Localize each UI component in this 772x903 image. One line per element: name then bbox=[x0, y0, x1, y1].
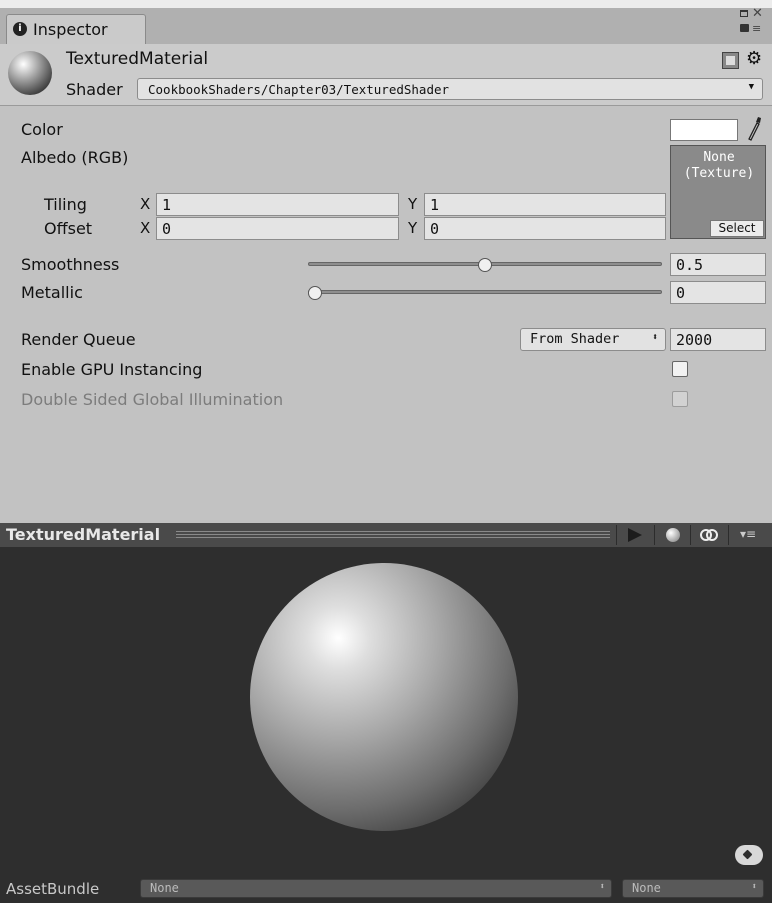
render-queue-mode: From Shader bbox=[530, 331, 620, 347]
material-properties: Color Albedo (RGB) None (Texture) Select… bbox=[0, 107, 772, 523]
dropdown-arrow-icon: ⬍ bbox=[651, 332, 658, 343]
window-controls: ✕ ≡ bbox=[740, 6, 764, 40]
menu-icon[interactable]: ▾≡ bbox=[740, 527, 756, 541]
dropdown-arrow-icon: ⬍ bbox=[599, 882, 605, 892]
tab-inspector[interactable]: i Inspector bbox=[6, 14, 146, 44]
preview-title: TexturedMaterial bbox=[6, 525, 161, 544]
metallic-slider-track[interactable] bbox=[308, 290, 662, 294]
material-preview[interactable] bbox=[0, 547, 772, 875]
color-label: Color bbox=[21, 120, 63, 139]
double-sided-gi-checkbox bbox=[672, 391, 688, 407]
material-header: TexturedMaterial Shader CookbookShaders/… bbox=[0, 44, 772, 106]
tiling-label: Tiling bbox=[44, 195, 87, 214]
asset-bundle-variant-value: None bbox=[632, 881, 661, 895]
shader-dropdown[interactable]: CookbookShaders/Chapter03/TexturedShader… bbox=[137, 78, 763, 100]
eyedropper-icon[interactable] bbox=[746, 115, 762, 141]
offset-y-label: Y bbox=[408, 219, 418, 237]
offset-label: Offset bbox=[44, 219, 93, 238]
sphere-icon[interactable] bbox=[666, 528, 680, 542]
tiling-y-label: Y bbox=[408, 195, 418, 213]
tab-bar: i Inspector ✕ ≡ bbox=[0, 0, 772, 44]
tab-inspector-label: Inspector bbox=[33, 20, 108, 39]
offset-x-field[interactable]: 0 bbox=[156, 217, 399, 240]
double-sided-gi-label: Double Sided Global Illumination bbox=[21, 390, 284, 409]
asset-bundle-bar: AssetBundle None ⬍ None ⬍ bbox=[0, 875, 772, 903]
tab-menu-icon[interactable]: ≡ bbox=[752, 22, 761, 35]
preview-drag-handle[interactable] bbox=[176, 531, 610, 539]
texture-slot-none: None bbox=[703, 150, 735, 165]
render-queue-field[interactable]: 2000 bbox=[670, 328, 766, 351]
tiling-x-label: X bbox=[140, 195, 151, 213]
smoothness-label: Smoothness bbox=[21, 255, 120, 274]
toolbar-divider bbox=[728, 525, 729, 545]
lock-icon[interactable] bbox=[740, 24, 749, 32]
toolbar-divider bbox=[616, 525, 617, 545]
help-book-icon[interactable] bbox=[722, 52, 739, 69]
shader-dropdown-value: CookbookShaders/Chapter03/TexturedShader bbox=[148, 82, 450, 97]
texture-slot-type: (Texture) bbox=[683, 166, 755, 181]
texture-slot-text: None (Texture) bbox=[671, 150, 767, 182]
asset-bundle-name-value: None bbox=[150, 881, 179, 895]
asset-bundle-name-dropdown[interactable]: None ⬍ bbox=[140, 879, 612, 898]
smoothness-field[interactable]: 0.5 bbox=[670, 253, 766, 276]
light-icon[interactable] bbox=[700, 529, 718, 541]
texture-select-button[interactable]: Select bbox=[710, 220, 764, 237]
tiling-x-field[interactable]: 1 bbox=[156, 193, 399, 216]
render-queue-dropdown[interactable]: From Shader ⬍ bbox=[520, 328, 666, 351]
material-name: TexturedMaterial bbox=[66, 49, 209, 69]
gear-icon[interactable]: ⚙ bbox=[746, 48, 762, 69]
tab-bar-top-strip bbox=[0, 0, 772, 8]
material-thumbnail bbox=[8, 51, 52, 95]
shader-label: Shader bbox=[66, 80, 123, 99]
tiling-y-field[interactable]: 1 bbox=[424, 193, 666, 216]
gpu-instancing-label: Enable GPU Instancing bbox=[21, 360, 203, 379]
smoothness-slider-thumb[interactable] bbox=[478, 258, 492, 272]
metallic-slider-thumb[interactable] bbox=[308, 286, 322, 300]
toolbar-divider bbox=[654, 525, 655, 545]
gpu-instancing-checkbox[interactable] bbox=[672, 361, 688, 377]
asset-bundle-variant-dropdown[interactable]: None ⬍ bbox=[622, 879, 764, 898]
metallic-field[interactable]: 0 bbox=[670, 281, 766, 304]
color-swatch[interactable] bbox=[670, 119, 738, 141]
render-queue-label: Render Queue bbox=[21, 330, 136, 349]
tag-icon[interactable] bbox=[735, 845, 763, 865]
maximize-icon[interactable] bbox=[740, 10, 748, 17]
asset-bundle-label: AssetBundle bbox=[6, 880, 100, 898]
info-icon: i bbox=[13, 22, 27, 36]
albedo-texture-slot[interactable]: None (Texture) Select bbox=[670, 145, 766, 239]
preview-sphere bbox=[250, 563, 518, 831]
offset-y-field[interactable]: 0 bbox=[424, 217, 666, 240]
play-icon[interactable] bbox=[628, 528, 642, 542]
dropdown-arrow-icon: ▼ bbox=[748, 82, 754, 92]
albedo-label: Albedo (RGB) bbox=[21, 148, 129, 167]
metallic-label: Metallic bbox=[21, 283, 83, 302]
close-icon[interactable]: ✕ bbox=[752, 6, 763, 21]
preview-header[interactable]: TexturedMaterial ▾≡ bbox=[0, 523, 772, 547]
offset-x-label: X bbox=[140, 219, 151, 237]
toolbar-divider bbox=[690, 525, 691, 545]
dropdown-arrow-icon: ⬍ bbox=[751, 882, 757, 892]
